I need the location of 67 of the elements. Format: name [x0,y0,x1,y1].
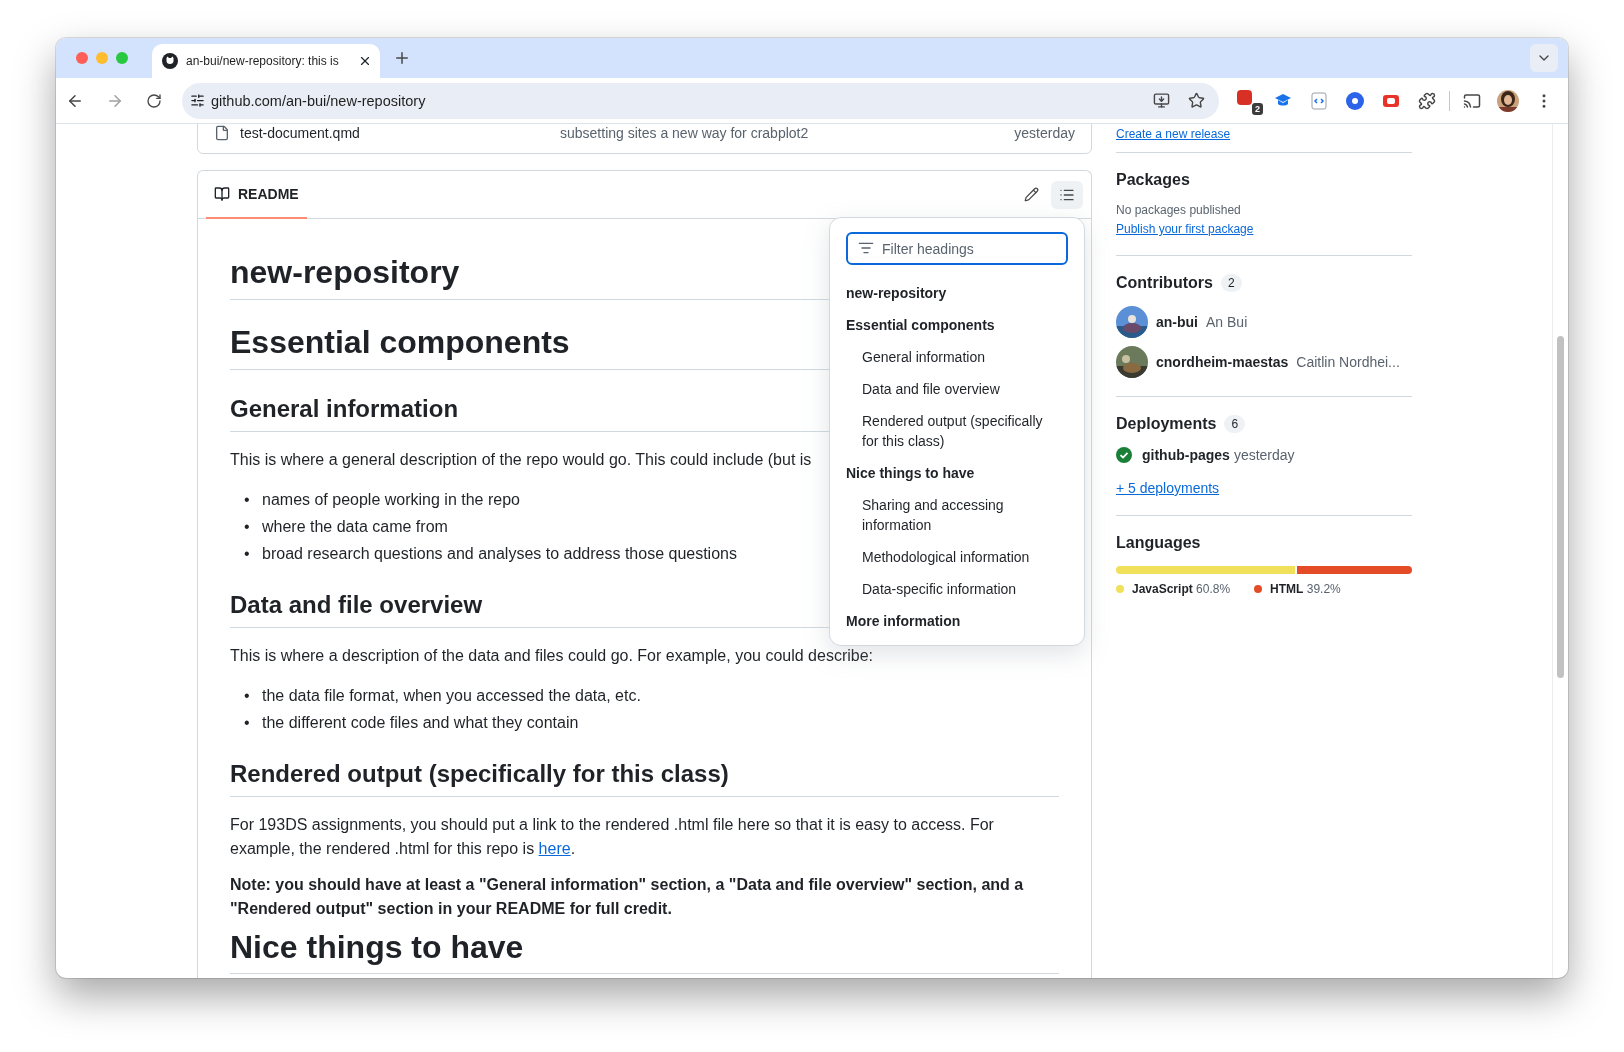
commit-time: yesterday [1014,125,1075,141]
new-tab-icon[interactable] [393,49,411,67]
reload-icon[interactable] [146,92,162,109]
bullet-marker: • [244,489,251,510]
outline-item[interactable]: Methodological information [838,541,1076,573]
publish-package-link[interactable]: Publish your first package [1116,222,1254,236]
extension-badge: 2 [1252,102,1263,115]
readme-note: Note: you should have at least a "General information" section, a "Data and file overview" section, and a "Rendered output" section in your README for full credit. [230,874,1025,919]
bullet-item: where the data came from [262,516,448,537]
cast-icon[interactable] [1463,91,1481,110]
contributor-name: Caitlin Nordhei... [1296,354,1400,370]
bullet-item: names of people working in the repo [262,489,520,510]
cat-logo-icon [162,53,178,69]
bullet-marker: • [244,712,251,733]
extensions-icon[interactable] [1418,91,1436,110]
install-icon[interactable] [1153,92,1170,109]
round-extension-icon[interactable] [1346,91,1364,110]
code-page-icon[interactable] [1311,91,1327,110]
browser-tab[interactable]: an-bui/new-repository: this is [152,44,380,78]
section-title: Contributors [1116,274,1213,292]
bookmark-star-icon[interactable] [1188,92,1205,109]
section-title: Deployments [1116,415,1217,433]
language-label[interactable]: JavaScript 60.8% [1132,582,1231,596]
contributor-name: An Bui [1206,314,1248,330]
bullet-item: the data file format, when you accessed the data, etc. [262,685,641,706]
close-icon[interactable] [358,54,372,68]
language-label[interactable]: HTML 39.2% [1270,582,1341,596]
filter-headings-field[interactable]: Filter headings [846,232,1068,265]
outline-item[interactable]: Nice things to have [838,457,1076,489]
outline-item[interactable]: Sharing and accessing information [838,489,1076,541]
section-title: Languages [1116,534,1201,552]
extension-icon[interactable] [1236,90,1252,105]
bullet-marker: • [244,516,251,537]
bullet-item: broad research questions and analyses to address those questions [262,543,737,564]
tab-title: an-bui/new-repository: this is [186,54,340,68]
extension-logo-icon[interactable] [1382,92,1400,109]
bullet-marker: • [244,543,251,564]
edit-icon[interactable] [1023,187,1039,202]
readme-paragraph: This is where a general description of the repo would go. This could include (but is [230,449,812,470]
filter-icon [858,240,874,256]
contributor-login[interactable]: cnordheim-maestas [1156,354,1289,370]
readme-paragraph: For 193DS assignments, you should put a link to the rendered .html file here so that it is easy to access. For example, the rendered .html for this repo is here. [230,814,995,859]
site-settings-icon[interactable] [190,93,205,108]
create-release-link[interactable]: Create a new release [1116,127,1231,141]
readme-heading: Nice things to have [230,928,1059,975]
file-row[interactable]: test-document.qmd subsetting sites a new way for crabplot2 yesterday [198,124,1091,153]
file-name[interactable]: test-document.qmd [240,125,550,141]
url-text: github.com/an-bui/new-repository [211,92,427,109]
more-deployments-link[interactable]: + 5 deployments [1116,480,1220,496]
count-label: 6 [1224,415,1246,433]
contributor-login[interactable]: an-bui [1156,314,1198,330]
readme-paragraph: This is where a description of the data and files could go. For example, you could describe: [230,645,873,666]
address-bar[interactable]: github.com/an-bui/new-repository [182,82,1219,119]
outline-button[interactable] [1051,180,1083,209]
book-icon [214,186,230,202]
deployment-name[interactable]: github-pages [1142,447,1230,463]
packages-text: No packages published [1116,203,1242,217]
here-link[interactable]: here [538,839,571,857]
count-label: 2 [1220,274,1242,292]
readme-subheading: Rendered output (specifically for this class) [230,758,1059,797]
file-icon [214,125,230,141]
readme-tab[interactable]: README [206,171,307,219]
section-title: Packages [1116,171,1190,189]
deployment-time: yesterday [1233,447,1295,463]
bullet-marker: • [244,685,251,706]
commit-message[interactable]: subsetting sites a new way for crabplot2 [560,125,1005,141]
bullet-item: the different code files and what they contain [262,712,579,733]
